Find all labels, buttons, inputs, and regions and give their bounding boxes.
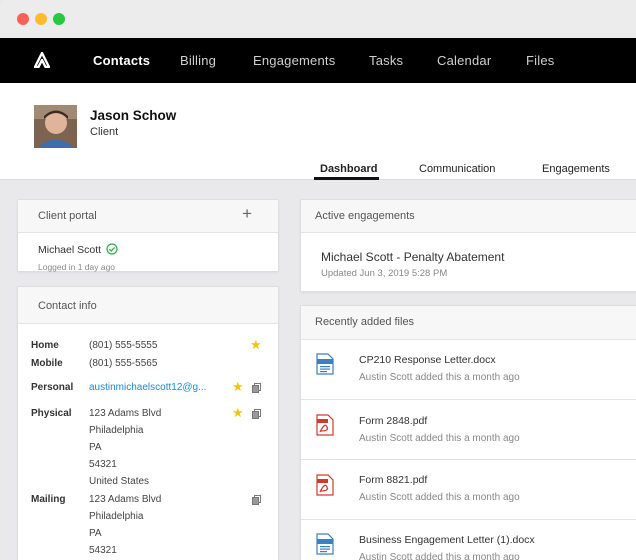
contact-info-card: Contact info Home (801) 555-5555 ★ Mobil…: [17, 286, 279, 560]
client-portal-title: Client portal: [38, 210, 97, 222]
tab-communication[interactable]: Communication: [419, 163, 495, 175]
client-portal-header: Client portal +: [18, 200, 278, 233]
file-row[interactable]: Form 2848.pdf Austin Scott added this a …: [301, 400, 636, 460]
avatar: [34, 105, 77, 148]
home-phone[interactable]: (801) 555-5555: [89, 340, 157, 351]
active-engagements-card: Active engagements Michael Scott - Penal…: [300, 199, 636, 292]
portal-user-name[interactable]: Michael Scott: [38, 244, 101, 256]
file-name[interactable]: CP210 Response Letter.docx: [359, 354, 496, 366]
nav-files[interactable]: Files: [526, 53, 554, 68]
physical-address-line: Philadelphia: [89, 425, 144, 436]
nav-calendar[interactable]: Calendar: [437, 53, 491, 68]
file-name[interactable]: Form 2848.pdf: [359, 415, 427, 427]
client-name: Jason Schow: [90, 108, 177, 123]
mailing-label: Mailing: [31, 494, 66, 505]
client-role: Client: [90, 126, 119, 138]
pdf-icon: [316, 474, 334, 496]
primary-star-icon[interactable]: ★: [232, 406, 244, 419]
file-meta: Austin Scott added this a month ago: [359, 552, 520, 560]
copy-icon[interactable]: [252, 495, 261, 505]
nav-engagements[interactable]: Engagements: [253, 53, 335, 68]
personal-email[interactable]: austinmichaelscott12@g...: [89, 382, 206, 393]
word-doc-icon: [316, 353, 334, 375]
active-tab-indicator: [314, 177, 379, 180]
physical-address-line: 123 Adams Blvd: [89, 408, 162, 419]
portal-last-login: Logged in 1 day ago: [38, 262, 116, 272]
word-doc-icon: [316, 533, 334, 555]
copy-icon[interactable]: [252, 409, 261, 419]
mobile-label: Mobile: [31, 358, 63, 369]
active-engagements-title: Active engagements: [315, 210, 415, 222]
maximize-window-button[interactable]: [53, 13, 65, 25]
recent-files-title: Recently added files: [315, 316, 415, 328]
personal-label: Personal: [31, 382, 74, 393]
engagement-updated: Updated Jun 3, 2019 5:28 PM: [321, 268, 448, 279]
add-portal-user-icon[interactable]: +: [242, 205, 252, 222]
tab-engagements[interactable]: Engagements: [542, 163, 610, 175]
file-row[interactable]: Form 8821.pdf Austin Scott added this a …: [301, 460, 636, 520]
mailing-address-line: PA: [89, 528, 102, 539]
file-meta: Austin Scott added this a month ago: [359, 433, 520, 444]
copy-icon[interactable]: [252, 383, 261, 393]
minimize-window-button[interactable]: [35, 13, 47, 25]
verified-check-icon: [106, 243, 118, 255]
file-name[interactable]: Business Engagement Letter (1).docx: [359, 534, 535, 546]
physical-address-line: PA: [89, 442, 102, 453]
file-row[interactable]: CP210 Response Letter.docx Austin Scott …: [301, 340, 636, 400]
nav-tasks[interactable]: Tasks: [369, 53, 403, 68]
mobile-phone[interactable]: (801) 555-5565: [89, 358, 157, 369]
primary-star-icon[interactable]: ★: [250, 338, 262, 351]
close-window-button[interactable]: [17, 13, 29, 25]
app-logo-icon[interactable]: [34, 52, 50, 68]
recent-files-card: Recently added files CP210 Response Lett…: [300, 305, 636, 560]
top-navigation: Contacts Billing Engagements Tasks Calen…: [0, 38, 636, 83]
contact-info-header: Contact info: [18, 287, 278, 324]
physical-label: Physical: [31, 408, 72, 419]
primary-star-icon[interactable]: ★: [232, 380, 244, 393]
nav-billing[interactable]: Billing: [180, 53, 216, 68]
mailing-address-line: Philadelphia: [89, 511, 144, 522]
file-row[interactable]: Business Engagement Letter (1).docx Aust…: [301, 520, 636, 560]
file-meta: Austin Scott added this a month ago: [359, 372, 520, 383]
recent-files-header: Recently added files: [301, 306, 636, 340]
mailing-address-line: 123 Adams Blvd: [89, 494, 162, 505]
tab-dashboard[interactable]: Dashboard: [320, 163, 377, 175]
physical-address-line: 54321: [89, 459, 117, 470]
nav-contacts[interactable]: Contacts: [93, 53, 150, 68]
active-engagements-header: Active engagements: [301, 200, 636, 233]
physical-address-line: United States: [89, 476, 150, 487]
contact-info-title: Contact info: [38, 300, 97, 312]
file-meta: Austin Scott added this a month ago: [359, 492, 520, 503]
pdf-icon: [316, 414, 334, 436]
window-titlebar: [0, 0, 636, 38]
profile-header: Jason Schow Client Dashboard Communicati…: [0, 83, 636, 180]
home-label: Home: [31, 340, 59, 351]
file-name[interactable]: Form 8821.pdf: [359, 474, 427, 486]
mailing-address-line: 54321: [89, 545, 117, 556]
client-portal-card: Client portal + Michael Scott Logged in …: [17, 199, 279, 272]
engagement-title[interactable]: Michael Scott - Penalty Abatement: [321, 250, 504, 264]
